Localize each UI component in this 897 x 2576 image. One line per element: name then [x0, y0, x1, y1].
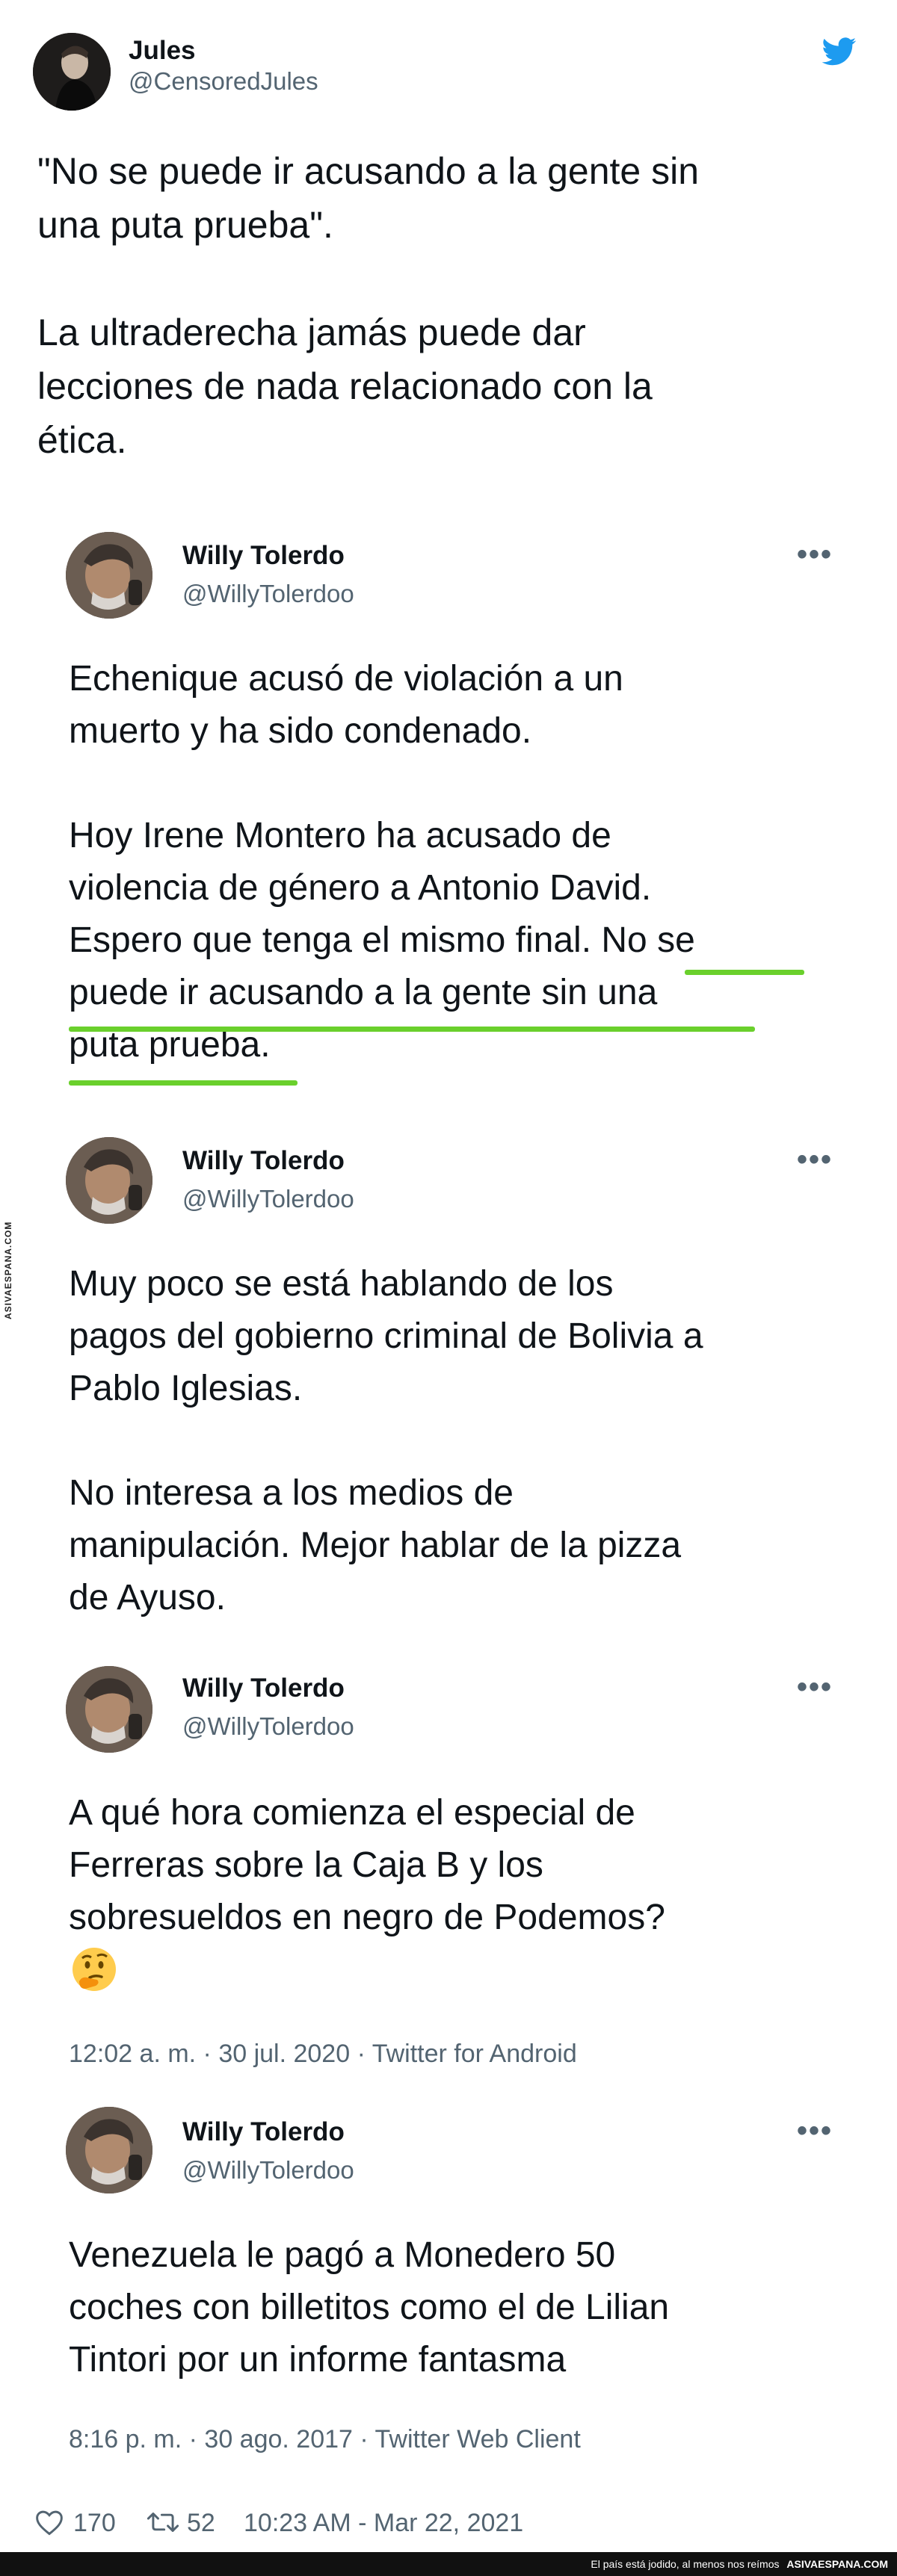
- quoted-handle[interactable]: @WillyTolerdoo: [182, 1712, 354, 1741]
- text-line: "No se puede ir acusando a la gente sin: [37, 150, 700, 192]
- text-line: Ferreras sobre la Caja B y los: [69, 1845, 543, 1885]
- quoted-avatar[interactable]: [66, 1666, 152, 1753]
- footer-watermark-bar: El país está jodido, al menos nos reímos…: [0, 2552, 897, 2576]
- more-icon[interactable]: •••: [797, 1671, 833, 1704]
- retweet-count: 52: [187, 2509, 215, 2537]
- retweet-icon[interactable]: [147, 2509, 179, 2536]
- text-line: violencia de género a Antonio David.: [69, 868, 652, 908]
- text-line: puede ir acusando a la gente sin una: [69, 973, 658, 1012]
- highlight-underline: [685, 970, 804, 975]
- text-line: [69, 1415, 703, 1467]
- quoted-tweet-text: A qué hora comienza el especial de Ferre…: [69, 1787, 665, 1944]
- text-line: Pablo Iglesias.: [69, 1369, 303, 1408]
- quoted-avatar[interactable]: [66, 1137, 152, 1224]
- text-line: La ultraderecha jamás puede dar: [37, 312, 586, 353]
- quoted-display-name[interactable]: Willy Tolerdo: [182, 1674, 345, 1703]
- text-line: Echenique acusó de violación a un: [69, 659, 623, 699]
- text-line: ética.: [37, 419, 127, 461]
- heart-icon[interactable]: [34, 2509, 64, 2536]
- more-icon[interactable]: •••: [797, 538, 833, 572]
- side-watermark: ASIVAESPANA.COM: [3, 1221, 13, 1319]
- text-line: una puta prueba".: [37, 204, 333, 246]
- quoted-tweet-text: Echenique acusó de violación a un muerto…: [69, 653, 695, 1071]
- quoted-display-name[interactable]: Willy Tolerdo: [182, 2117, 345, 2147]
- outer-timestamp[interactable]: 10:23 AM - Mar 22, 2021: [244, 2509, 523, 2538]
- more-icon[interactable]: •••: [797, 1143, 833, 1177]
- quoted-handle[interactable]: @WillyTolerdoo: [182, 1185, 354, 1213]
- quoted-tweet-meta[interactable]: 12:02 a. m. · 30 jul. 2020 · Twitter for…: [69, 2040, 577, 2069]
- outer-handle[interactable]: @CensoredJules: [129, 67, 318, 96]
- text-line: No interesa a los medios de: [69, 1473, 514, 1513]
- quoted-handle[interactable]: @WillyTolerdoo: [182, 2156, 354, 2185]
- highlight-underline: [69, 1080, 298, 1086]
- text-line: Hoy Irene Montero ha acusado de: [69, 816, 611, 855]
- text-line: Venezuela le pagó a Monedero 50: [69, 2235, 616, 2275]
- text-line: Muy poco se está hablando de los: [69, 1264, 614, 1304]
- quoted-handle[interactable]: @WillyTolerdoo: [182, 580, 354, 608]
- text-line: coches con billetitos como el de Lilian: [69, 2288, 670, 2327]
- quoted-tweet-text: Muy poco se está hablando de los pagos d…: [69, 1258, 703, 1624]
- text-line: lecciones de nada relacionado con la: [37, 365, 653, 407]
- footer-watermark-text: El país está jodido, al menos nos reímos: [591, 2558, 780, 2570]
- text-line: muerto y ha sido condenado.: [69, 711, 532, 751]
- twitter-bird-icon: [822, 37, 857, 66]
- text-line: sobresueldos en negro de Podemos?: [69, 1898, 665, 1937]
- outer-display-name[interactable]: Jules: [129, 36, 196, 66]
- outer-avatar[interactable]: [33, 33, 111, 111]
- quoted-avatar[interactable]: [66, 2107, 152, 2193]
- thinking-face-emoji: [70, 1945, 118, 1993]
- text-line: de Ayuso.: [69, 1578, 226, 1617]
- text-line: pagos del gobierno criminal de Bolivia a: [69, 1316, 703, 1356]
- text-line: [37, 252, 699, 306]
- footer-watermark-brand: ASIVAESPANA.COM: [786, 2558, 888, 2570]
- quoted-tweet-text: Venezuela le pagó a Monedero 50 coches c…: [69, 2229, 669, 2386]
- text-line: A qué hora comienza el especial de: [69, 1793, 635, 1833]
- quoted-avatar[interactable]: [66, 532, 152, 619]
- like-count: 170: [73, 2509, 116, 2537]
- quoted-tweet-meta[interactable]: 8:16 p. m. · 30 ago. 2017 · Twitter Web …: [69, 2425, 581, 2454]
- text-line: Tintori por un informe fantasma: [69, 2340, 567, 2380]
- quoted-display-name[interactable]: Willy Tolerdo: [182, 541, 345, 571]
- text-line: Espero que tenga el mismo final. No se: [69, 920, 695, 960]
- highlight-underline: [69, 1027, 755, 1032]
- more-icon[interactable]: •••: [797, 2114, 833, 2148]
- text-line: [69, 758, 695, 810]
- outer-tweet-text: "No se puede ir acusando a la gente sin …: [37, 144, 699, 467]
- quoted-display-name[interactable]: Willy Tolerdo: [182, 1146, 345, 1176]
- text-line: manipulación. Mejor hablar de la pizza: [69, 1526, 682, 1565]
